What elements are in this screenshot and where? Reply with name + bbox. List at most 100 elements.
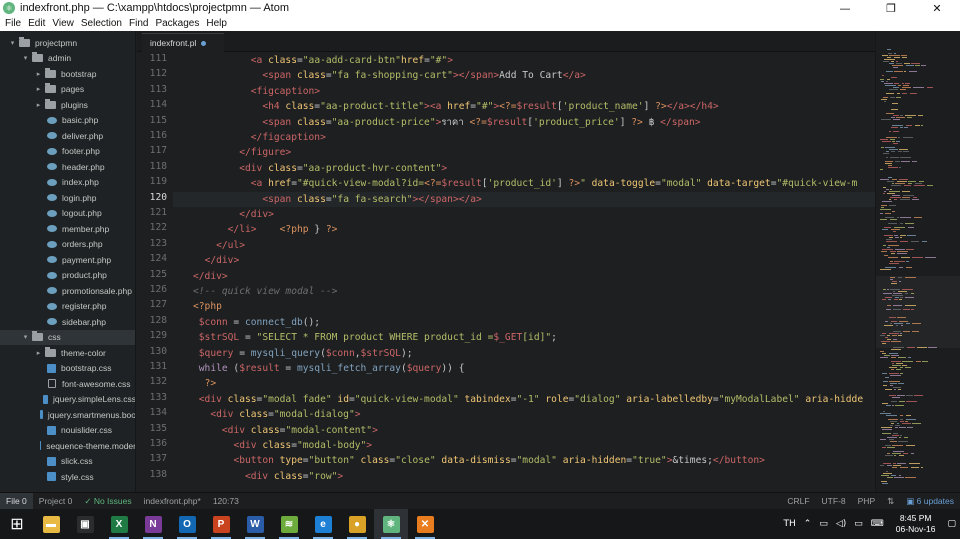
tree-item[interactable]: promotionsale.php xyxy=(0,283,135,298)
code-line[interactable]: <h4 class="aa-product-title"><a href="#"… xyxy=(173,99,875,114)
code-line[interactable]: $query = mysqli_query($conn,$strSQL); xyxy=(173,346,875,361)
close-button[interactable]: ✕ xyxy=(914,0,960,16)
tree-item[interactable]: header.php xyxy=(0,159,135,174)
tree-item[interactable]: style.css xyxy=(0,469,135,484)
code-editor[interactable]: 111 112 113 114 115 116 117 118 119 120 121 122 123 1… xyxy=(137,52,875,492)
tree-item[interactable]: member.php xyxy=(0,221,135,236)
tree-item[interactable]: jquery.simpleLens.css xyxy=(0,392,135,407)
code-line[interactable]: <button type="button" class="close" data… xyxy=(173,453,875,468)
menu-file[interactable]: File xyxy=(3,18,26,29)
tree-item[interactable]: footer.php xyxy=(0,144,135,159)
tree-item[interactable]: login.php xyxy=(0,190,135,205)
keyboard-icon[interactable]: ⌨ xyxy=(867,519,888,529)
code-line[interactable]: while ($result = mysqli_fetch_array($que… xyxy=(173,361,875,376)
linter-status[interactable]: ✓ No Issues xyxy=(78,496,137,507)
code-line[interactable]: <div class="modal-body"> xyxy=(173,438,875,453)
taskbar-xampp[interactable]: ✕ xyxy=(408,509,442,539)
menu-edit[interactable]: Edit xyxy=(26,18,50,29)
tree-item[interactable]: jquery.smartmenus.boo xyxy=(0,407,135,422)
package-updates[interactable]: ▣ 6 updates xyxy=(900,496,960,507)
tree-item[interactable]: ▾ css xyxy=(0,329,135,345)
line-ending[interactable]: CRLF xyxy=(781,496,815,506)
maximize-button[interactable]: ❐ xyxy=(868,0,914,16)
taskbar-store[interactable]: ▣ xyxy=(68,509,102,539)
taskbar-onenote[interactable]: N xyxy=(136,509,170,539)
code-line[interactable]: </ul> xyxy=(173,238,875,253)
menu-help[interactable]: Help xyxy=(204,18,232,29)
taskbar-chrome[interactable]: ● xyxy=(340,509,374,539)
code-line[interactable]: <div class="modal fade" id="quick-view-m… xyxy=(173,392,875,407)
code-line[interactable]: <a href="#quick-view-modal?id=<?=$result… xyxy=(173,176,875,191)
menu-view[interactable]: View xyxy=(50,18,79,29)
code-line[interactable]: </li> <?php } ?> xyxy=(173,222,875,237)
status-filename[interactable]: indexfront.php* xyxy=(138,496,207,506)
code-line[interactable]: <div class="modal-content"> xyxy=(173,423,875,438)
tree-item[interactable]: slick.css xyxy=(0,454,135,469)
clock[interactable]: 8:45 PM 06-Nov-16 xyxy=(888,513,944,535)
code-line[interactable]: </div> xyxy=(173,253,875,268)
tree-item[interactable]: ▸ plugins xyxy=(0,97,135,112)
grammar-selector[interactable]: PHP xyxy=(852,496,881,506)
code-line[interactable]: <span class="fa fa-search"></span></a> xyxy=(173,191,875,207)
code-line[interactable]: <span class="aa-product-price">ราคา <?=$… xyxy=(173,115,875,130)
code-line[interactable]: <figcaption> xyxy=(173,84,875,99)
menu-selection[interactable]: Selection xyxy=(79,18,127,29)
tree-item[interactable]: basic.php xyxy=(0,113,135,128)
code-line[interactable]: <div class="row"> xyxy=(173,469,875,484)
tree-item[interactable]: ▾ admin xyxy=(0,51,135,66)
tree-item[interactable]: nouislider.css xyxy=(0,423,135,438)
tree-item[interactable]: ▾ projectpmn xyxy=(0,35,135,50)
tab-indexfront[interactable]: indexfront.pl xyxy=(142,33,224,52)
code-line[interactable]: <!-- quick view modal --> xyxy=(173,284,875,299)
taskbar-atom[interactable]: ⚛ xyxy=(374,509,408,539)
code-line[interactable]: <div class="modal-dialog"> xyxy=(173,407,875,422)
code-line[interactable]: <a class="aa-add-card-btn"href="#"> xyxy=(173,53,875,68)
taskbar-powerpoint[interactable]: P xyxy=(204,509,238,539)
file-encoding[interactable]: UTF-8 xyxy=(816,496,852,506)
input-language[interactable]: TH xyxy=(780,519,800,529)
tree-item[interactable]: bootstrap.css xyxy=(0,361,135,376)
taskbar-outlook[interactable]: O xyxy=(170,509,204,539)
file-tab-count[interactable]: File 0 xyxy=(0,492,33,510)
menu-packages[interactable]: Packages xyxy=(153,18,204,29)
tree-item[interactable]: font-awesome.css xyxy=(0,376,135,391)
code-line[interactable]: $conn = connect_db(); xyxy=(173,315,875,330)
project-tab-count[interactable]: Project 0 xyxy=(33,496,79,506)
code-line[interactable]: $strSQL = "SELECT * FROM product WHERE p… xyxy=(173,330,875,345)
tree-item[interactable]: ▸ theme-color xyxy=(0,345,135,360)
taskbar-start[interactable]: ⊞ xyxy=(0,509,34,539)
code-line[interactable]: ?> xyxy=(173,376,875,391)
taskbar-edge[interactable]: e xyxy=(306,509,340,539)
code-line[interactable]: <?php xyxy=(173,299,875,314)
tree-item[interactable]: ▸ pages xyxy=(0,82,135,97)
tree-item[interactable]: register.php xyxy=(0,299,135,314)
tree-item[interactable]: sidebar.php xyxy=(0,314,135,329)
tree-item[interactable]: payment.php xyxy=(0,252,135,267)
taskbar-excel[interactable]: X xyxy=(102,509,136,539)
menu-find[interactable]: Find xyxy=(127,18,153,29)
code-line[interactable]: </div> xyxy=(173,269,875,284)
code-line[interactable]: <span class="fa fa-shopping-cart"></span… xyxy=(173,68,875,83)
tree-item[interactable]: product.php xyxy=(0,268,135,283)
taskbar-word[interactable]: W xyxy=(238,509,272,539)
cursor-position[interactable]: 120:73 xyxy=(207,496,245,506)
minimap-viewport[interactable] xyxy=(876,276,960,348)
tree-item[interactable]: deliver.php xyxy=(0,128,135,143)
tree-item[interactable]: ▸ bootstrap xyxy=(0,66,135,81)
notifications-icon[interactable]: ▢ xyxy=(943,519,960,529)
minimap[interactable] xyxy=(875,31,960,492)
code-line[interactable]: </figure> xyxy=(173,145,875,160)
taskbar-file-explorer[interactable]: ▬ xyxy=(34,509,68,539)
tree-item[interactable]: sequence-theme.moder xyxy=(0,438,135,453)
network-icon[interactable]: ▭ xyxy=(815,519,832,529)
minimize-button[interactable]: — xyxy=(822,0,868,16)
tree-item[interactable]: orders.php xyxy=(0,237,135,252)
battery-icon[interactable]: ▭ xyxy=(850,519,867,529)
chevron-up-icon[interactable]: ⌃ xyxy=(800,519,816,529)
taskbar-layers-app[interactable]: ≋ xyxy=(272,509,306,539)
code-line[interactable]: </div> xyxy=(173,207,875,222)
code-line[interactable]: </figcaption> xyxy=(173,130,875,145)
tree-item[interactable]: logout.php xyxy=(0,206,135,221)
volume-icon[interactable]: ◁) xyxy=(832,519,850,529)
code-line[interactable]: <div class="aa-product-hvr-content"> xyxy=(173,161,875,176)
